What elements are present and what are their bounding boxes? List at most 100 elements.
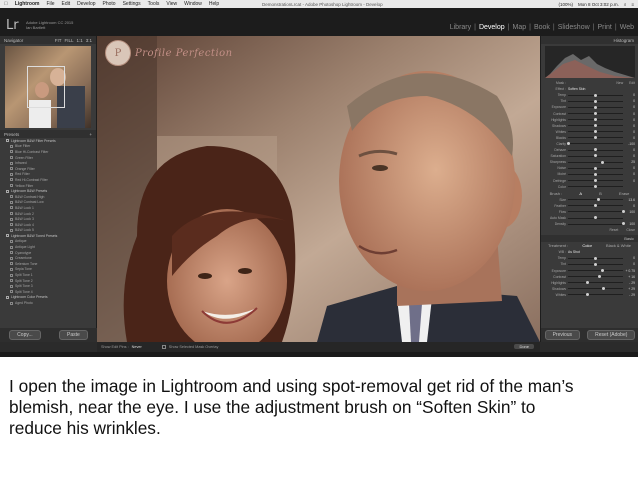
menu-settings[interactable]: Settings (123, 1, 141, 7)
slider-knob[interactable] (621, 210, 625, 214)
add-preset-icon[interactable]: + (89, 132, 92, 137)
slider-track[interactable] (568, 198, 623, 202)
preset-item[interactable]: Aged Photo (4, 300, 96, 306)
slider-value[interactable]: 0 (625, 262, 635, 266)
zoom-fit[interactable]: FIT (55, 38, 62, 43)
zoom-1-1[interactable]: 1:1 (76, 38, 82, 43)
slider-track[interactable] (568, 154, 623, 158)
slider-track[interactable] (568, 148, 623, 152)
navigator-header[interactable]: Navigator FIT FILL 1:1 3:1 (0, 36, 96, 44)
module-map[interactable]: Map (512, 24, 526, 31)
module-develop[interactable]: Develop (479, 24, 505, 31)
zoom-fill[interactable]: FILL (64, 38, 73, 43)
reset-button[interactable]: Reset (609, 228, 618, 232)
menu-view[interactable]: View (166, 1, 177, 7)
slider-track[interactable] (568, 172, 623, 176)
slider-track[interactable] (568, 105, 623, 109)
previous-button[interactable]: Previous (544, 330, 581, 340)
apple-menu-icon[interactable]:  (4, 1, 8, 7)
slider-value[interactable]: 0 (625, 118, 635, 122)
slider-value[interactable]: 0 (625, 154, 635, 158)
slider-value[interactable]: 0 (625, 136, 635, 140)
copy-button[interactable]: Copy... (9, 330, 41, 340)
slider-track[interactable] (568, 130, 623, 134)
module-print[interactable]: Print (597, 24, 611, 31)
slider-value[interactable]: 0 (625, 172, 635, 176)
reset-adobe-button[interactable]: Reset (Adobe) (587, 330, 636, 340)
menu-file[interactable]: File (46, 1, 54, 7)
slider-value[interactable]: + 29 (625, 287, 635, 291)
mask-overlay-checkbox[interactable] (161, 345, 166, 349)
navigator-zoom-box[interactable] (27, 66, 65, 108)
treatment-color[interactable]: Color (582, 243, 592, 248)
brush-tab-a[interactable]: A (579, 191, 582, 196)
slider-value[interactable]: 0 (625, 204, 635, 208)
wb-dropdown[interactable]: As Shot (568, 250, 580, 254)
slider-knob[interactable] (594, 166, 597, 170)
navigator-preview[interactable] (5, 46, 91, 128)
slider-knob[interactable] (594, 184, 597, 188)
slider-track[interactable] (568, 93, 623, 97)
module-slideshow[interactable]: Slideshow (558, 24, 590, 31)
slider-value[interactable]: 13.6 (625, 198, 635, 202)
slider-knob[interactable] (566, 142, 570, 146)
slider-value[interactable]: 0 (625, 256, 635, 260)
mask-edit-button[interactable]: Edit (629, 81, 635, 85)
app-menu[interactable]: Lightroom (15, 1, 40, 7)
module-library[interactable]: Library (450, 24, 471, 31)
slider-knob[interactable] (594, 124, 597, 128)
brush-tab-b[interactable]: B (599, 191, 602, 196)
slider-track[interactable] (568, 111, 623, 115)
slider-track[interactable] (568, 166, 623, 170)
slider-track[interactable] (568, 222, 625, 226)
menu-edit[interactable]: Edit (62, 1, 71, 7)
slider-value[interactable]: 0 (625, 112, 635, 116)
slider-track[interactable] (568, 178, 623, 182)
slider-knob[interactable] (600, 160, 604, 164)
slider-knob[interactable] (594, 136, 597, 140)
slider-value[interactable]: 0 (625, 99, 635, 103)
slider-value[interactable]: 0 (625, 124, 635, 128)
menu-develop[interactable]: Develop (77, 1, 95, 7)
slider-value[interactable]: 0 (625, 166, 635, 170)
slider-track[interactable] (568, 117, 623, 121)
slider-knob[interactable] (586, 293, 590, 297)
paste-button[interactable]: Paste (59, 330, 88, 340)
slider-knob[interactable] (594, 111, 597, 115)
done-button[interactable]: Done (514, 344, 534, 349)
slider-knob[interactable] (594, 172, 597, 176)
slider-knob[interactable] (594, 216, 597, 220)
brush-tab-erase[interactable]: Erase (619, 191, 629, 196)
mask-new-button[interactable]: New (616, 81, 623, 85)
slider-track[interactable] (568, 262, 623, 266)
slider-knob[interactable] (594, 117, 597, 121)
presets-header[interactable]: Presets + (0, 130, 96, 138)
slider-track[interactable] (568, 256, 623, 260)
slider-value[interactable]: 100 (625, 210, 635, 214)
slider-knob[interactable] (594, 93, 597, 97)
slider-knob[interactable] (594, 99, 597, 103)
slider-track[interactable] (568, 210, 625, 214)
module-web[interactable]: Web (620, 24, 634, 31)
search-icon[interactable]: ⌕ (624, 2, 627, 7)
slider-track[interactable] (568, 124, 623, 128)
treatment-bw[interactable]: Black & White (606, 243, 631, 248)
slider-value[interactable]: + 0.75 (625, 269, 635, 273)
slider-knob[interactable] (594, 178, 597, 182)
menu-tools[interactable]: Tools (148, 1, 160, 7)
slider-value[interactable]: 0 (625, 179, 635, 183)
slider-track[interactable] (568, 274, 623, 278)
slider-track[interactable] (568, 293, 623, 297)
slider-value[interactable]: -100 (625, 142, 635, 146)
slider-knob[interactable] (601, 287, 605, 291)
slider-value[interactable]: - 29 (625, 293, 635, 297)
slider-value[interactable]: 0 (625, 93, 635, 97)
basic-header[interactable]: Basic (541, 235, 638, 243)
slider-track[interactable] (568, 99, 623, 103)
list-icon[interactable]: ≡ (631, 2, 634, 7)
photo-canvas[interactable]: P Profile Perfection (97, 36, 540, 342)
menu-window[interactable]: Window (184, 1, 202, 7)
slider-track[interactable] (566, 142, 623, 146)
slider-value[interactable]: - 29 (625, 281, 635, 285)
slider-track[interactable] (568, 281, 623, 285)
